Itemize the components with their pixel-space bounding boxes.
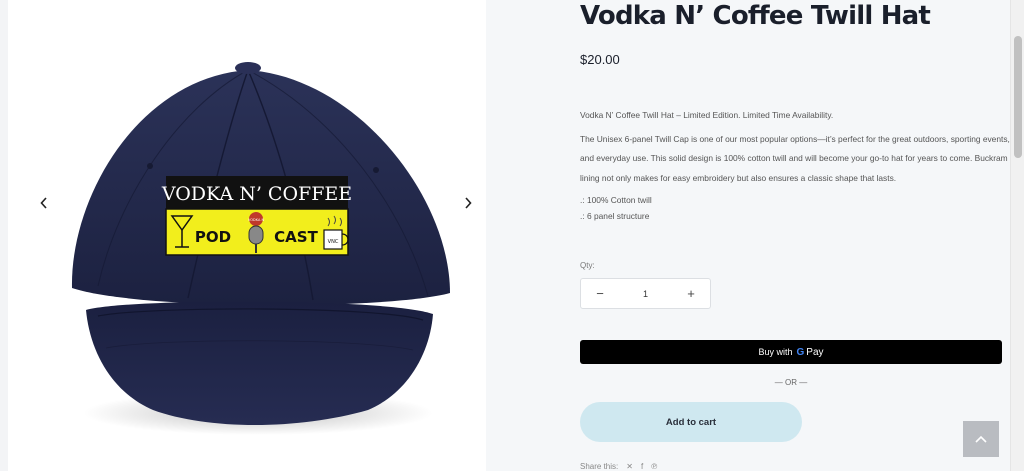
chevron-right-icon: [465, 197, 472, 209]
google-pay-button[interactable]: Buy with G Pay: [580, 340, 1002, 364]
facebook-icon[interactable]: f: [641, 462, 643, 471]
gallery-prev-button[interactable]: [34, 192, 54, 214]
product-info-panel: Vodka N’ Coffee Twill Hat $20.00 Vodka N…: [486, 0, 1010, 471]
chevron-left-icon: [40, 197, 47, 209]
or-divider: — OR —: [774, 378, 808, 387]
product-gallery: VODKA N’ COFFEE POD VODKA N CAST VNC: [0, 0, 486, 471]
description-intro: Vodka N’ Coffee Twill Hat – Limited Edit…: [580, 110, 834, 120]
twitter-icon[interactable]: ✕: [626, 462, 633, 471]
chevron-up-icon: [975, 435, 987, 443]
product-image: VODKA N’ COFFEE POD VODKA N CAST VNC: [58, 48, 458, 448]
scrollbar-thumb[interactable]: [1014, 36, 1022, 158]
google-g-icon: G: [796, 346, 805, 358]
share-label: Share this:: [580, 462, 619, 471]
patch-right-text: CAST: [274, 228, 318, 246]
hat-illustration: VODKA N’ COFFEE POD VODKA N CAST VNC: [71, 62, 450, 435]
bullet-item: .: 100% Cotton twill: [580, 195, 652, 205]
quantity-stepper: − 1 +: [580, 278, 711, 309]
gallery-next-button[interactable]: [458, 192, 478, 214]
bullet-item: .: 6 panel structure: [580, 211, 650, 221]
gpay-prefix: Buy with: [758, 347, 793, 357]
page-scrollbar[interactable]: [1010, 0, 1024, 471]
product-price: $20.00: [580, 52, 620, 67]
pinterest-icon[interactable]: ℗: [651, 462, 657, 471]
quantity-decrease-button[interactable]: −: [593, 287, 607, 300]
share-row: Share this: ✕ f ℗: [580, 462, 657, 471]
quantity-label: Qty:: [580, 261, 595, 270]
mic-tag: VODKA N: [248, 218, 265, 222]
add-to-cart-button[interactable]: Add to cart: [580, 402, 802, 442]
description-bullets: .: 100% Cotton twill .: 6 panel structur…: [580, 192, 1010, 224]
patch-left-text: POD: [195, 228, 231, 246]
product-title: Vodka N’ Coffee Twill Hat: [580, 1, 931, 31]
description-body: The Unisex 6-panel Twill Cap is one of o…: [580, 133, 1010, 183]
mug-text: VNC: [328, 239, 339, 245]
quantity-increase-button[interactable]: +: [684, 287, 698, 300]
quantity-input[interactable]: 1: [643, 289, 648, 299]
patch-title: VODKA N’ COFFEE: [161, 183, 352, 205]
product-description: Vodka N’ Coffee Twill Hat – Limited Edit…: [580, 106, 1010, 224]
back-to-top-button[interactable]: [963, 421, 999, 457]
product-page: VODKA N’ COFFEE POD VODKA N CAST VNC Vod…: [0, 0, 1024, 471]
gpay-pay-label: Pay: [806, 346, 824, 358]
